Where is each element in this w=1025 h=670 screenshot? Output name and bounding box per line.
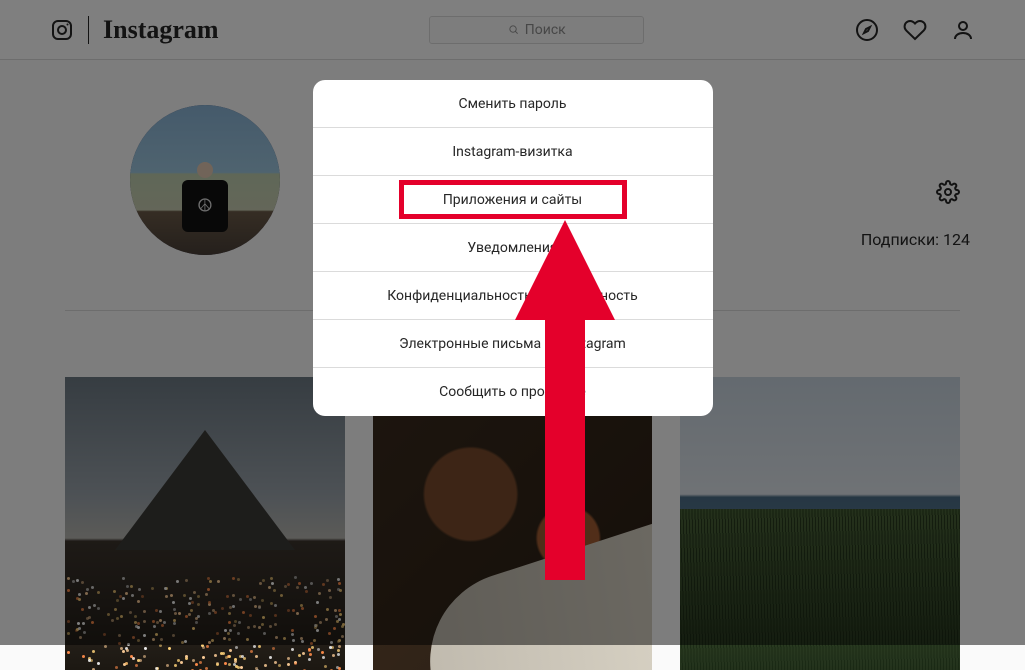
settings-menu-item-label: Сообщить о проблеме: [439, 384, 586, 400]
settings-menu-item[interactable]: Instagram-визитка: [313, 128, 713, 176]
settings-menu-item[interactable]: Приложения и сайты: [313, 176, 713, 224]
settings-menu-item-label: Instagram-визитка: [452, 144, 572, 160]
settings-menu-item-label: Электронные письма от Instagram: [399, 336, 626, 352]
settings-menu-item[interactable]: Конфиденциальность и безопасность: [313, 272, 713, 320]
settings-menu-item-label: Сменить пароль: [458, 96, 566, 112]
settings-menu-item-label: Уведомления: [467, 240, 557, 256]
modal-overlay[interactable]: Сменить пароль Instagram-визитка Приложени…: [0, 0, 1025, 645]
settings-menu-item-label: Конфиденциальность и безопасность: [387, 288, 638, 304]
settings-menu-item[interactable]: Уведомления: [313, 224, 713, 272]
settings-menu-item[interactable]: Электронные письма от Instagram: [313, 320, 713, 368]
settings-modal: Сменить пароль Instagram-визитка Приложени…: [313, 80, 713, 416]
settings-menu-item[interactable]: Сменить пароль: [313, 80, 713, 128]
settings-menu-item[interactable]: Сообщить о проблеме: [313, 368, 713, 416]
settings-menu-item-label: Приложения и сайты: [443, 192, 582, 208]
